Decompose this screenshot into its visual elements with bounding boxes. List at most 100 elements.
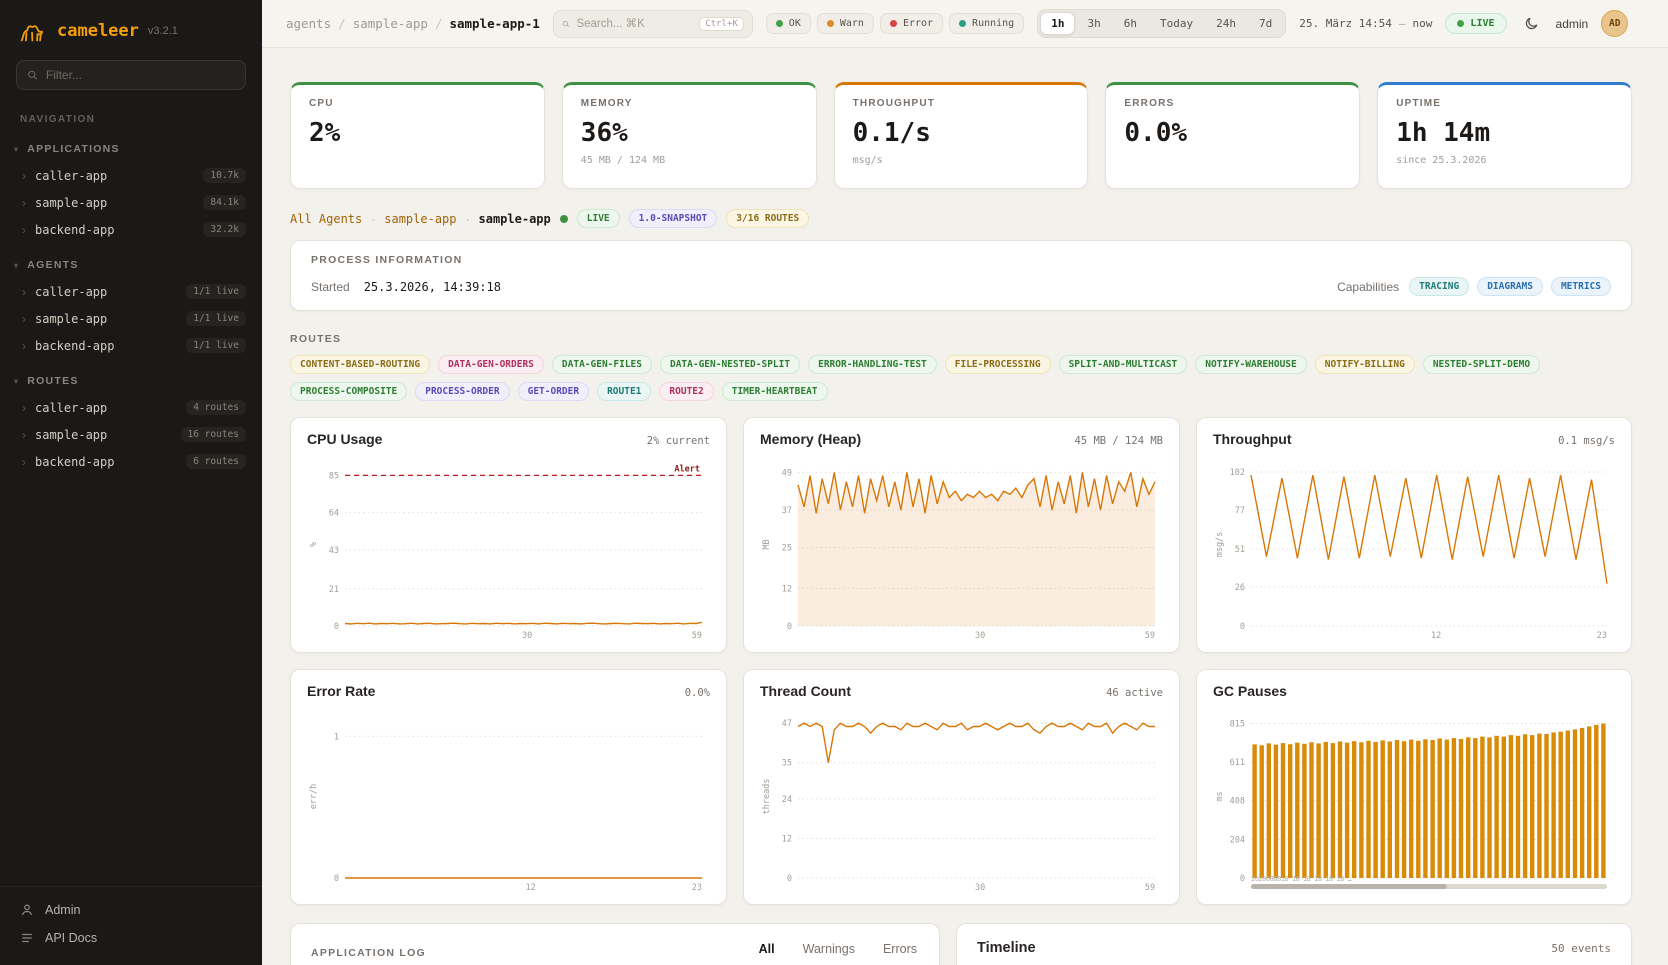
- sidebar-item-routes-backend-app[interactable]: ›backend-app6 routes: [0, 448, 262, 475]
- log-tab-warnings[interactable]: Warnings: [801, 938, 857, 965]
- route-badge-error-handling-test[interactable]: ERROR-HANDLING-TEST: [808, 355, 937, 374]
- route-badge-nested-split-demo[interactable]: NESTED-SPLIT-DEMO: [1423, 355, 1540, 374]
- metric-card-uptime: UPTIME1h 14msince 25.3.2026: [1377, 82, 1632, 189]
- route-badge-notify-warehouse[interactable]: NOTIFY-WAREHOUSE: [1195, 355, 1307, 374]
- sidebar-footer-admin[interactable]: Admin: [20, 903, 242, 917]
- sidebar-item-applications-caller-app[interactable]: ›caller-app10.7k: [0, 162, 262, 189]
- status-dot-icon: [890, 20, 897, 27]
- route-badge-data-gen-nested-split[interactable]: DATA-GEN-NESTED-SPLIT: [660, 355, 800, 374]
- crumb-separator: ·: [371, 212, 375, 226]
- theme-toggle-button[interactable]: [1520, 12, 1543, 35]
- range-3h[interactable]: 3h: [1076, 12, 1111, 35]
- route-badge-data-gen-orders[interactable]: DATA-GEN-ORDERS: [438, 355, 544, 374]
- capabilities-label: Capabilities: [1337, 280, 1399, 294]
- breadcrumb-app[interactable]: sample-app: [353, 16, 428, 31]
- sidebar-item-routes-sample-app[interactable]: ›sample-app16 routes: [0, 421, 262, 448]
- breadcrumb-agents[interactable]: agents: [286, 16, 331, 31]
- app-name: cameleer: [57, 21, 139, 41]
- route-badge-split-and-multicast[interactable]: SPLIT-AND-MULTICAST: [1059, 355, 1188, 374]
- live-indicator[interactable]: LIVE: [1445, 13, 1506, 34]
- legend-error[interactable]: Error: [880, 13, 943, 34]
- datetime-display[interactable]: 25. März 14:54 — now: [1299, 17, 1432, 30]
- filter-input[interactable]: [46, 68, 235, 82]
- log-tab-errors[interactable]: Errors: [881, 938, 919, 965]
- bottom-row: APPLICATION LOG AllWarningsErrors Timeli…: [290, 923, 1632, 965]
- range-24h[interactable]: 24h: [1205, 12, 1247, 35]
- sidebar-item-agents-sample-app[interactable]: ›sample-app1/1 live: [0, 305, 262, 332]
- legend-ok[interactable]: OK: [766, 13, 811, 34]
- datetime-separator: —: [1399, 17, 1406, 30]
- legend-warn[interactable]: Warn: [817, 13, 874, 34]
- legend-running[interactable]: Running: [949, 13, 1024, 34]
- gc-scrollbar-thumb[interactable]: [1251, 884, 1447, 889]
- agent-live-dot-icon: [560, 215, 568, 223]
- range-7d[interactable]: 7d: [1248, 12, 1283, 35]
- section-caret-icon: ▾: [14, 377, 19, 386]
- charts-grid: CPU Usage2% current021436485%Alert3059Me…: [290, 417, 1632, 905]
- section-header-agents[interactable]: ▾AGENTS: [0, 243, 262, 278]
- section-header-routes[interactable]: ▾ROUTES: [0, 359, 262, 394]
- sidebar-footer: Admin API Docs: [0, 886, 262, 965]
- datetime-value: 25. März 14:54: [1299, 17, 1392, 30]
- sidebar-item-routes-caller-app[interactable]: ›caller-app4 routes: [0, 394, 262, 421]
- svg-text:msg/s: msg/s: [1215, 532, 1225, 558]
- route-badge-route2[interactable]: ROUTE2: [659, 382, 713, 401]
- agent-crumb-1[interactable]: sample-app: [384, 212, 456, 226]
- chart-title-thread-count: Thread Count: [760, 683, 851, 699]
- nav-item-badge: 84.1k: [203, 195, 246, 210]
- nav-item-badge: 4 routes: [186, 400, 246, 415]
- route-badge-notify-billing[interactable]: NOTIFY-BILLING: [1315, 355, 1415, 374]
- nav-item-badge: 1/1 live: [186, 338, 246, 353]
- svg-text:0: 0: [787, 622, 792, 632]
- section-label: APPLICATIONS: [27, 143, 120, 155]
- route-badge-timer-heartbeat[interactable]: TIMER-HEARTBEAT: [722, 382, 828, 401]
- svg-text:24: 24: [782, 795, 792, 805]
- nav-item-name: sample-app: [35, 428, 172, 442]
- nav-item-badge: 16 routes: [181, 427, 246, 442]
- route-badge-content-based-routing[interactable]: CONTENT-BASED-ROUTING: [290, 355, 430, 374]
- camel-logo-icon: [18, 18, 48, 44]
- search-input[interactable]: [576, 18, 692, 30]
- log-tabs: All Warnings Errors: [757, 938, 919, 965]
- svg-text:12: 12: [1431, 631, 1441, 641]
- sidebar-footer-api-docs[interactable]: API Docs: [20, 931, 242, 945]
- metric-value: 2%: [309, 118, 526, 148]
- log-tab-all[interactable]: All: [757, 938, 777, 965]
- svg-text:64: 64: [329, 509, 339, 519]
- metric-sub: 45 MB / 124 MB: [581, 155, 798, 166]
- route-badge-get-order[interactable]: GET-ORDER: [518, 382, 589, 401]
- route-badge-process-composite[interactable]: PROCESS-COMPOSITE: [290, 382, 407, 401]
- live-label: LIVE: [1470, 18, 1494, 29]
- range-today[interactable]: Today: [1149, 12, 1204, 35]
- svg-text:49: 49: [782, 468, 792, 478]
- range-1h[interactable]: 1h: [1040, 12, 1075, 35]
- route-badge-data-gen-files[interactable]: DATA-GEN-FILES: [552, 355, 652, 374]
- capability-tracing: TRACING: [1409, 277, 1469, 296]
- metric-card-errors: ERRORS0.0%: [1105, 82, 1360, 189]
- route-badge-file-processing[interactable]: FILE-PROCESSING: [945, 355, 1051, 374]
- avatar[interactable]: AD: [1601, 10, 1628, 37]
- sidebar-item-agents-caller-app[interactable]: ›caller-app1/1 live: [0, 278, 262, 305]
- search-box[interactable]: Ctrl+K: [553, 10, 753, 38]
- chart-gc-pauses-canvas: 0204408611815ms2020080818 18 18 18 18 18…: [1213, 705, 1615, 893]
- application-log-title: APPLICATION LOG: [311, 947, 426, 959]
- chart-header: Error Rate0.0%: [307, 683, 710, 699]
- svg-text:0: 0: [334, 622, 339, 632]
- section-caret-icon: ▾: [14, 145, 19, 154]
- sidebar-item-applications-sample-app[interactable]: ›sample-app84.1k: [0, 189, 262, 216]
- agent-crumb-0[interactable]: All Agents: [290, 212, 362, 226]
- legend-label: OK: [789, 18, 801, 29]
- process-info-title: PROCESS INFORMATION: [311, 254, 1611, 266]
- app-logo[interactable]: cameleer v3.2.1: [0, 0, 262, 58]
- svg-text:12: 12: [782, 834, 792, 844]
- route-badge-process-order[interactable]: PROCESS-ORDER: [415, 382, 509, 401]
- range-6h[interactable]: 6h: [1113, 12, 1148, 35]
- chart-header: Thread Count46 active: [760, 683, 1163, 699]
- sidebar-item-applications-backend-app[interactable]: ›backend-app32.2k: [0, 216, 262, 243]
- route-badge-route1[interactable]: ROUTE1: [597, 382, 651, 401]
- chart-title-throughput: Throughput: [1213, 431, 1292, 447]
- svg-text:30: 30: [975, 883, 985, 893]
- sidebar-item-agents-backend-app[interactable]: ›backend-app1/1 live: [0, 332, 262, 359]
- section-header-applications[interactable]: ▾ APPLICATIONS: [0, 127, 262, 162]
- svg-text:12: 12: [782, 584, 792, 594]
